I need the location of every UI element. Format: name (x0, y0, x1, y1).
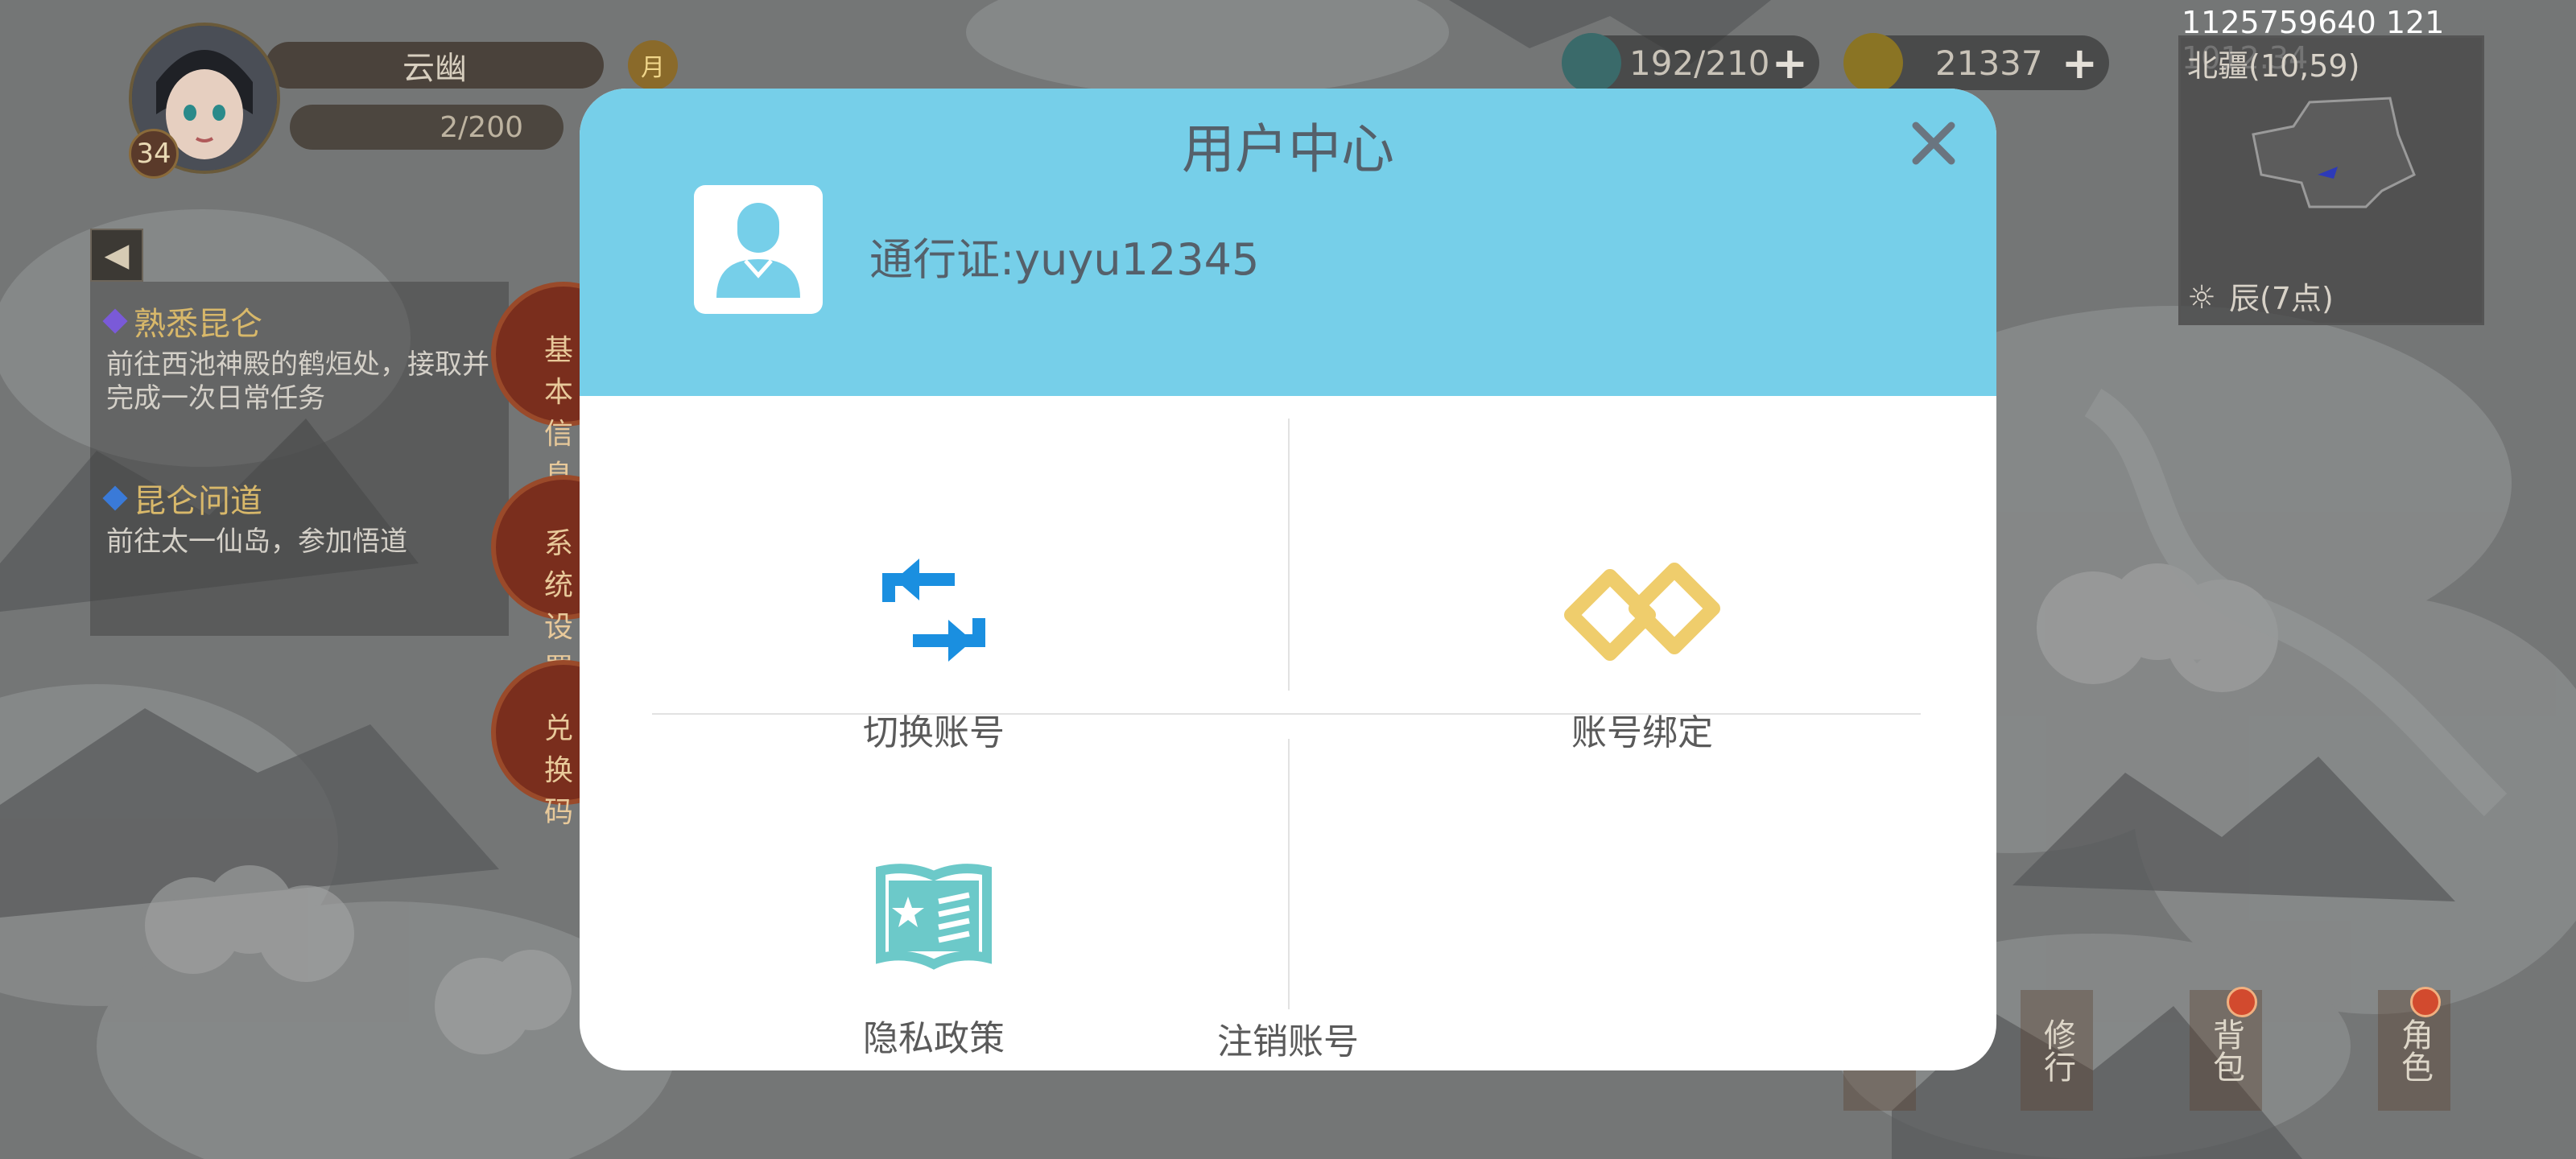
gold-value: 21337 (1935, 43, 2043, 83)
minimap[interactable]: 北疆(10,59) 辰(7点) ☼ (2178, 35, 2484, 325)
privacy-book-icon (876, 864, 992, 970)
quest-gem-icon (102, 308, 128, 334)
gold-coin-icon (1843, 33, 1903, 93)
user-center-dialog: 用户中心 通行证:yuyu12345 切换账号 账号绑定 隐私政策 注销账号 (580, 89, 1996, 1070)
quest-desc: 前往西池神殿的鹤烜处，接取并完成一次日常任务 (106, 349, 489, 415)
stamina-counter: 2/200 (290, 105, 564, 150)
privacy-policy-button[interactable]: 隐私政策 (580, 724, 1288, 1059)
character-notification-dot (2410, 987, 2441, 1017)
account-binding-label: 账号绑定 (1571, 712, 1713, 753)
gold-add-button[interactable]: + (2062, 38, 2098, 89)
dialog-header: 用户中心 通行证:yuyu12345 (580, 89, 1996, 396)
collapse-quests-button[interactable]: ◀ (90, 229, 143, 282)
close-icon (1912, 122, 1955, 165)
gold-counter: 21337 + (1843, 33, 2109, 93)
moon-badge[interactable]: 月 (628, 40, 678, 90)
energy-counter: 192/210 + (1562, 33, 1819, 93)
quest-title: 昆仑问道 (134, 483, 262, 520)
quest-item[interactable]: 熟悉昆仑 前往西池神殿的鹤烜处，接取并完成一次日常任务 (102, 298, 493, 415)
quest-tracker: 熟悉昆仑 前往西池神殿的鹤烜处，接取并完成一次日常任务 昆仑问道 前往太一仙岛，… (90, 282, 509, 636)
minimap-terrain (2252, 97, 2416, 208)
grid-divider (1288, 739, 1290, 1009)
bag-notification-dot (2227, 987, 2257, 1017)
player-level-badge: 34 (129, 129, 179, 179)
logout-account-button[interactable]: 注销账号 (580, 1013, 1996, 1064)
quest-desc: 前往太一仙岛，参加悟道 (106, 526, 407, 558)
quest-gem-icon (102, 485, 128, 511)
energy-add-button[interactable]: + (1772, 38, 1808, 89)
bottom-menu-training[interactable]: 修行 (2021, 990, 2093, 1111)
player-name: 云幽 (266, 42, 604, 89)
quest-title: 熟悉昆仑 (134, 306, 262, 343)
account-binding-button[interactable]: 账号绑定 (1288, 419, 1996, 753)
close-button[interactable] (1905, 114, 1963, 172)
quest-item[interactable]: 昆仑问道 前往太一仙岛，参加悟道 (102, 475, 493, 559)
energy-icon (1562, 33, 1621, 93)
energy-value: 192/210 (1629, 43, 1770, 83)
user-icon (716, 203, 800, 298)
switch-account-button[interactable]: 切换账号 (580, 419, 1288, 753)
passport-label: 通行证:yuyu12345 (869, 234, 1260, 285)
link-icon (1564, 563, 1720, 661)
switch-account-icon (882, 559, 985, 662)
dialog-title: 用户中心 (1182, 118, 1394, 180)
sun-icon: ☼ (2187, 279, 2216, 316)
user-avatar (694, 185, 823, 314)
game-time: 辰(7点) (2229, 281, 2334, 316)
